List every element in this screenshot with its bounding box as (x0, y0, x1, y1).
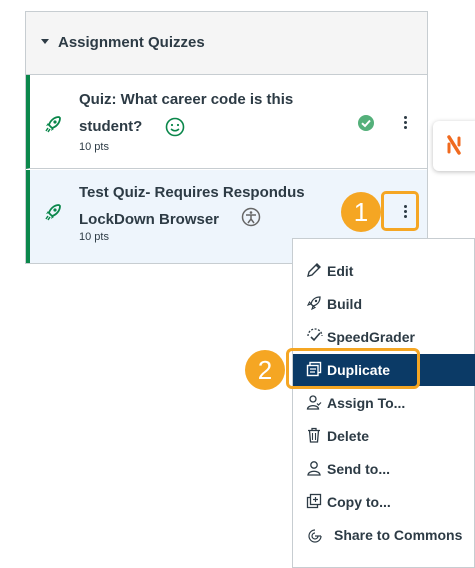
assignment-group-title: Assignment Quizzes (58, 34, 205, 51)
pencil-icon (307, 263, 321, 277)
quiz-row[interactable]: Quiz: What career code is this student? … (26, 75, 427, 169)
step-1-badge: 1 (341, 192, 381, 232)
extension-logo-icon[interactable] (445, 134, 465, 156)
speedgrader-icon (307, 328, 323, 342)
menu-item-build[interactable]: Build (293, 288, 475, 320)
smiley-icon (165, 117, 185, 137)
menu-item-send-to[interactable]: Send to... (293, 453, 475, 485)
published-check-icon[interactable] (357, 114, 375, 132)
copy-icon (306, 493, 322, 509)
assign-user-icon (306, 395, 322, 410)
rocket-icon (45, 204, 61, 221)
caret-down-icon[interactable] (41, 39, 49, 44)
menu-item-delete[interactable]: Delete (293, 420, 475, 452)
quiz-points: 10 pts (79, 231, 109, 243)
extension-tab[interactable] (433, 121, 475, 171)
menu-item-edit[interactable]: Edit (293, 255, 475, 287)
rocket-icon (45, 116, 61, 133)
user-icon (307, 461, 321, 476)
kebab-highlight-box (381, 191, 419, 231)
assignment-group-header[interactable]: Assignment Quizzes (26, 12, 427, 75)
accessibility-icon (241, 207, 261, 227)
commons-icon (308, 529, 322, 543)
menu-item-share-to-commons[interactable]: Share to Commons (293, 519, 475, 551)
trash-icon (308, 427, 320, 443)
menu-item-copy-to[interactable]: Copy to... (293, 486, 475, 518)
quiz-title-link[interactable]: Test Quiz- Requires Respondus LockDown B… (79, 179, 349, 233)
kebab-menu-icon[interactable] (402, 116, 408, 132)
rocket-icon (306, 296, 321, 311)
step-2-badge: 2 (245, 350, 285, 390)
duplicate-highlight-box (286, 348, 420, 389)
quiz-actions-menu: Edit Build SpeedGrader Duplicate Assign … (292, 238, 475, 568)
quiz-title-link[interactable]: Quiz: What career code is this student? (79, 86, 339, 140)
quiz-points: 10 pts (79, 141, 109, 153)
menu-item-assign-to[interactable]: Assign To... (293, 387, 475, 419)
